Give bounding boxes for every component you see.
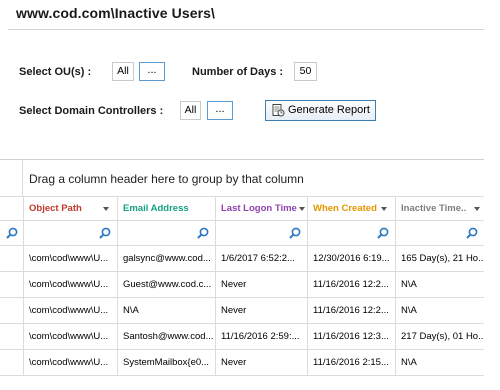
search-icon[interactable] (197, 227, 209, 239)
table-cell: galsync@www.cod... (118, 246, 216, 271)
group-by-hint: Drag a column header here to group by th… (29, 172, 304, 186)
table-cell: Never (216, 298, 308, 323)
table-cell: \com\cod\www\U... (24, 246, 118, 271)
sort-arrow-icon[interactable] (474, 207, 480, 211)
row-indicator (0, 324, 24, 349)
column-header-when-created[interactable]: When Created (308, 197, 396, 220)
column-header-label: Last Logon Time (221, 203, 297, 214)
days-label: Number of Days : (192, 66, 284, 78)
ou-label: Select OU(s) : (19, 66, 92, 78)
search-icon[interactable] (377, 227, 389, 239)
report-grid: Drag a column header here to group by th… (0, 159, 484, 390)
search-icon[interactable] (99, 227, 111, 239)
generate-report-label: Generate Report (288, 104, 370, 116)
group-panel-spacer (0, 160, 23, 197)
column-header-label: Email Address (123, 203, 189, 214)
days-input[interactable]: 50 (294, 62, 317, 81)
filter-cell[interactable] (308, 221, 396, 245)
column-header-object-path[interactable]: Object Path (24, 197, 118, 220)
table-cell: N\A (401, 279, 417, 290)
table-cell: SystemMailbox{e0... (118, 350, 216, 375)
table-cell: \com\cod\www\U... (24, 298, 118, 323)
group-by-panel[interactable]: Drag a column header here to group by th… (0, 160, 484, 197)
column-header-label: Object Path (29, 203, 82, 214)
table-cell: N\A (401, 357, 417, 368)
table-cell: 11/16/2016 2:15... (308, 350, 396, 375)
table-cell: N\A (118, 298, 216, 323)
table-cell: Santosh@www.cod... (118, 324, 216, 349)
ou-browse-button[interactable]: ... (139, 62, 165, 81)
table-cell: 11/16/2016 2:59:... (216, 324, 308, 349)
table-cell: \com\cod\www\U... (24, 272, 118, 297)
table-row[interactable]: \com\cod\www\U... SystemMailbox{e0... Neve… (0, 350, 484, 376)
table-row[interactable]: \com\cod\www\U... Guest@www.cod.c... Never… (0, 272, 484, 298)
dc-browse-button[interactable]: ... (207, 101, 233, 120)
dc-value-field[interactable]: All (180, 101, 201, 120)
column-header-label: When Created (313, 203, 377, 214)
sort-arrow-icon[interactable] (381, 207, 387, 211)
table-cell: 1/6/2017 6:52:2... (216, 246, 308, 271)
column-header-inactive-time[interactable]: Inactive Time.. (396, 197, 484, 220)
row-indicator (0, 350, 24, 375)
column-header-last-logon-time[interactable]: Last Logon Time (216, 197, 308, 220)
filter-cell[interactable] (24, 221, 118, 245)
table-cell: Never (216, 350, 308, 375)
table-cell: 11/16/2016 12:2... (308, 272, 396, 297)
column-header-row: Object Path Email Address Last Logon Tim… (0, 197, 484, 221)
ou-value-field[interactable]: All (112, 62, 134, 81)
header-indicator-cell (0, 197, 24, 220)
table-cell: 12/30/2016 6:19... (308, 246, 396, 271)
table-cell: \com\cod\www\U... (24, 350, 118, 375)
table-cell: N\A (401, 305, 417, 316)
generate-report-button[interactable]: Generate Report (265, 100, 376, 121)
dc-label: Select Domain Controllers : (19, 105, 164, 117)
column-header-label: Inactive Time.. (401, 203, 467, 214)
search-icon[interactable] (289, 227, 301, 239)
table-cell: Guest@www.cod.c... (118, 272, 216, 297)
title-divider (8, 29, 484, 30)
row-indicator (0, 246, 24, 271)
table-cell: 11/16/2016 12:3... (308, 324, 396, 349)
table-cell: \com\cod\www\U... (24, 324, 118, 349)
sort-arrow-icon[interactable] (103, 207, 109, 211)
row-indicator (0, 272, 24, 297)
report-icon (272, 104, 285, 117)
search-icon[interactable] (466, 227, 478, 239)
filter-cell[interactable] (216, 221, 308, 245)
sort-arrow-icon[interactable] (299, 207, 305, 211)
table-cell: Never (216, 272, 308, 297)
table-cell: 217 Day(s), 01 Ho... (401, 331, 484, 342)
page-title: www.cod.com\Inactive Users\ (16, 5, 216, 21)
table-row[interactable]: \com\cod\www\U... N\A Never 11/16/2016 12:2… (0, 298, 484, 324)
table-row[interactable]: \com\cod\www\U... Santosh@www.cod... 11/16… (0, 324, 484, 350)
filter-cell[interactable] (118, 221, 216, 245)
filter-cell[interactable] (396, 221, 484, 245)
table-cell: 165 Day(s), 21 Ho... (401, 253, 484, 264)
filter-row-indicator (0, 221, 24, 245)
filter-icon (6, 227, 18, 239)
row-indicator (0, 298, 24, 323)
filter-row (0, 221, 484, 246)
table-cell: 11/16/2016 12:2... (308, 298, 396, 323)
column-header-email-address[interactable]: Email Address (118, 197, 216, 220)
table-row[interactable]: \com\cod\www\U... galsync@www.cod... 1/6/2… (0, 246, 484, 272)
